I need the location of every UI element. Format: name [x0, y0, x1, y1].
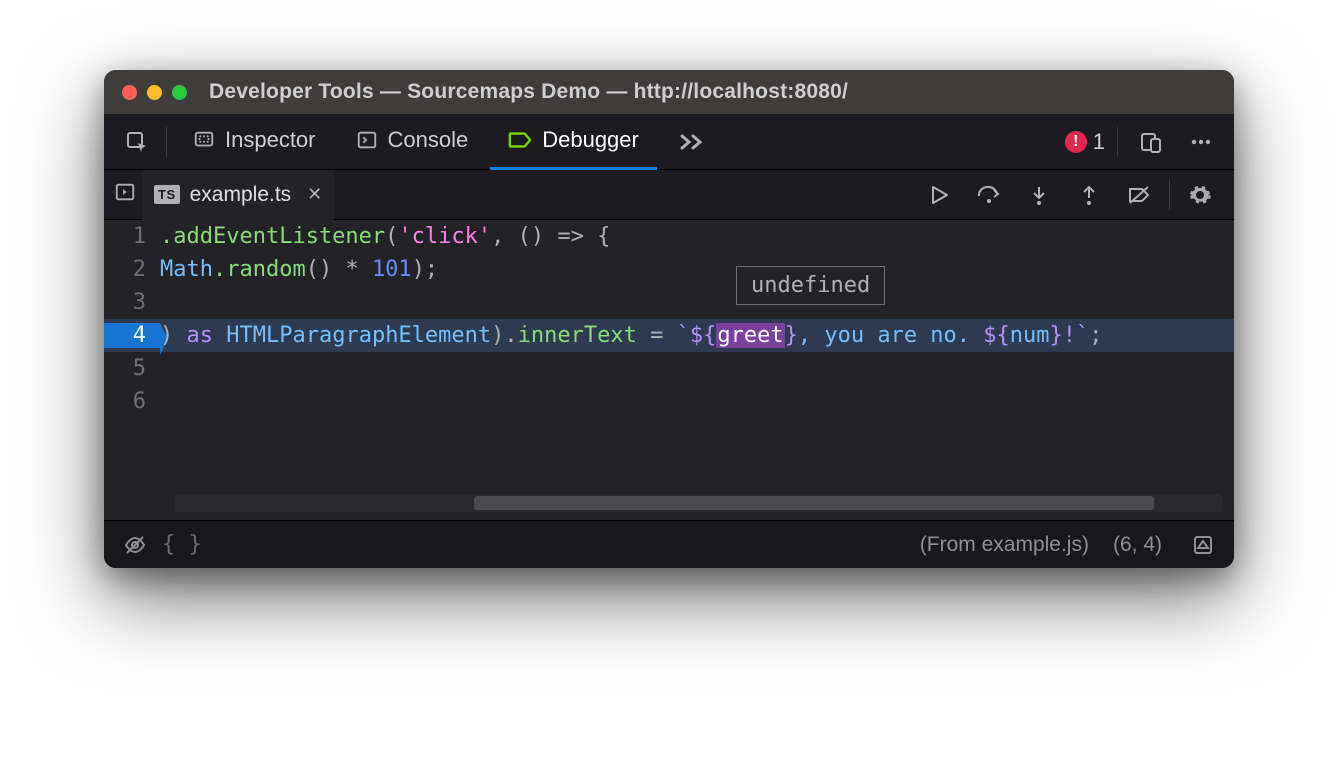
tab-label: Inspector: [225, 127, 316, 153]
window-titlebar: Developer Tools — Sourcemaps Demo — http…: [104, 70, 1234, 114]
error-icon: !: [1065, 131, 1087, 153]
debug-controls: [915, 175, 1224, 215]
tab-label: Console: [388, 127, 469, 153]
source-editor[interactable]: undefined 1 .addEventListener('click', (…: [104, 220, 1234, 520]
tab-inspector[interactable]: Inspector: [175, 114, 334, 170]
overflow-tabs-icon[interactable]: [671, 122, 713, 162]
devtools-window: Developer Tools — Sourcemaps Demo — http…: [104, 70, 1234, 568]
error-count-badge[interactable]: ! 1: [1065, 129, 1105, 155]
cursor-position: (6, 4): [1113, 533, 1162, 557]
window-title: Developer Tools — Sourcemaps Demo — http…: [209, 80, 848, 104]
minimize-window-button[interactable]: [147, 85, 162, 100]
code-line: 2 Math.random() * 101);: [104, 253, 1234, 286]
deactivate-breakpoints-button[interactable]: [1115, 175, 1163, 215]
inspector-icon: [193, 129, 215, 151]
code-line: 5: [104, 352, 1234, 385]
source-map-origin: (From example.js): [920, 533, 1089, 557]
code-line: 1 .addEventListener('click', () => {: [104, 220, 1234, 253]
line-number[interactable]: 2: [104, 257, 160, 282]
file-tab[interactable]: TS example.ts ✕: [142, 170, 334, 220]
hover-token-greet[interactable]: greet: [716, 323, 784, 348]
code-line: 3: [104, 286, 1234, 319]
line-number-current[interactable]: 4: [104, 323, 160, 348]
line-number[interactable]: 1: [104, 224, 160, 249]
step-out-button[interactable]: [1065, 175, 1113, 215]
traffic-lights: [122, 85, 187, 100]
tab-label: Debugger: [542, 127, 639, 153]
devtools-toolbar: Inspector Console Debugger: [104, 114, 1234, 170]
line-number[interactable]: 5: [104, 356, 160, 381]
editor-footer: { } (From example.js) (6, 4): [104, 520, 1234, 568]
horizontal-scrollbar[interactable]: [174, 494, 1222, 512]
console-icon: [356, 129, 378, 151]
value-tooltip: undefined: [736, 266, 885, 305]
pretty-print-icon[interactable]: { }: [162, 532, 202, 557]
scrollbar-thumb[interactable]: [474, 496, 1154, 510]
sources-tree-toggle-icon[interactable]: [114, 181, 136, 208]
debugger-settings-icon[interactable]: [1176, 175, 1224, 215]
separator: [1117, 127, 1118, 157]
blackbox-icon[interactable]: [118, 528, 152, 562]
element-picker-icon[interactable]: [116, 122, 158, 162]
close-window-button[interactable]: [122, 85, 137, 100]
tab-console[interactable]: Console: [338, 114, 487, 170]
footer-right: (From example.js) (6, 4): [920, 528, 1220, 562]
debugger-icon: [508, 129, 532, 151]
step-in-button[interactable]: [1015, 175, 1063, 215]
line-number[interactable]: 3: [104, 290, 160, 315]
line-number[interactable]: 6: [104, 389, 160, 414]
toolbar-right: ! 1: [1065, 122, 1222, 162]
code-line: 6: [104, 385, 1234, 418]
step-over-button[interactable]: [965, 175, 1013, 215]
file-name: example.ts: [190, 183, 292, 207]
typescript-badge-icon: TS: [154, 185, 180, 204]
source-map-toggle-icon[interactable]: [1186, 528, 1220, 562]
separator: [166, 127, 167, 157]
debugger-subtoolbar: TS example.ts ✕: [104, 170, 1234, 220]
error-count: 1: [1093, 129, 1105, 155]
responsive-design-icon[interactable]: [1130, 122, 1172, 162]
meatballs-menu-icon[interactable]: [1180, 122, 1222, 162]
tab-debugger[interactable]: Debugger: [490, 114, 657, 170]
zoom-window-button[interactable]: [172, 85, 187, 100]
resume-button[interactable]: [915, 175, 963, 215]
close-tab-icon[interactable]: ✕: [307, 184, 322, 205]
separator: [1169, 180, 1170, 210]
code-line-current: 4 ) as HTMLParagraphElement).innerText =…: [104, 319, 1234, 352]
